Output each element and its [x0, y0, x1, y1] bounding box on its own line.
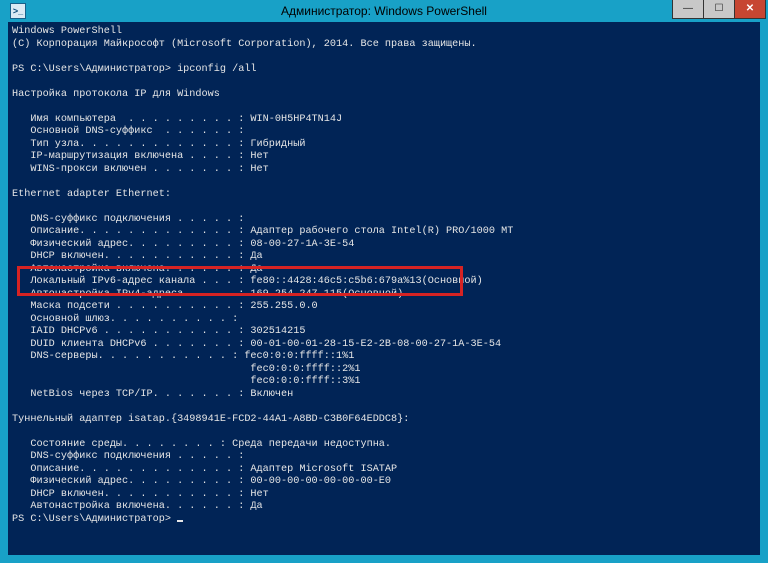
line: DUID клиента DHCPv6 . . . . . . . : 00-0…: [12, 339, 501, 350]
line: Туннельный адаптер isatap.{3498941E-FCD2…: [12, 414, 409, 425]
line: (C) Корпорация Майкрософт (Microsoft Cor…: [12, 39, 477, 50]
window-controls: — ☐ ✕: [673, 0, 766, 19]
line: Локальный IPv6-адрес канала . . . : fe80…: [12, 276, 483, 287]
line: DHCP включен. . . . . . . . . . . : Нет: [12, 489, 269, 500]
minimize-button[interactable]: —: [672, 0, 704, 19]
line: IAID DHCPv6 . . . . . . . . . . . : 3025…: [12, 326, 305, 337]
line: Автонастройка включена. . . . . . : Да: [12, 264, 263, 275]
line: Тип узла. . . . . . . . . . . . . : Гибр…: [12, 139, 305, 150]
prompt-line: PS C:\Users\Администратор> ipconfig /all: [12, 64, 257, 75]
prompt[interactable]: PS C:\Users\Администратор>: [12, 514, 177, 525]
terminal-output[interactable]: Windows PowerShell (C) Корпорация Майкро…: [8, 22, 760, 530]
line: DHCP включен. . . . . . . . . . . : Да: [12, 251, 263, 262]
titlebar[interactable]: >_ Администратор: Windows PowerShell — ☐…: [8, 0, 760, 22]
line: Физический адрес. . . . . . . . . : 00-0…: [12, 476, 391, 487]
close-button[interactable]: ✕: [734, 0, 766, 19]
powershell-window: >_ Администратор: Windows PowerShell — ☐…: [0, 0, 768, 563]
line: Описание. . . . . . . . . . . . . : Адап…: [12, 464, 397, 475]
line: Основной шлюз. . . . . . . . . . :: [12, 314, 238, 325]
line: fec0:0:0:ffff::3%1: [12, 376, 360, 387]
line: Ethernet adapter Ethernet:: [12, 189, 171, 200]
line: Маска подсети . . . . . . . . . . : 255.…: [12, 301, 318, 312]
line: Описание. . . . . . . . . . . . . : Адап…: [12, 226, 513, 237]
line: Основной DNS-суффикс . . . . . . :: [12, 126, 244, 137]
line: NetBios через TCP/IP. . . . . . . : Вклю…: [12, 389, 293, 400]
line: Физический адрес. . . . . . . . . : 08-0…: [12, 239, 354, 250]
line: Автонастройка включена. . . . . . : Да: [12, 501, 263, 512]
line: Состояние среды. . . . . . . . : Среда п…: [12, 439, 391, 450]
window-title: Администратор: Windows PowerShell: [281, 4, 487, 18]
line: Настройка протокола IP для Windows: [12, 89, 220, 100]
line: Windows PowerShell: [12, 26, 122, 37]
system-menu-icon[interactable]: >_: [10, 3, 26, 19]
cursor-icon: [177, 520, 183, 522]
line: DNS-суффикс подключения . . . . . :: [12, 214, 244, 225]
line: fec0:0:0:ffff::2%1: [12, 364, 360, 375]
line: WINS-прокси включен . . . . . . . : Нет: [12, 164, 269, 175]
maximize-button[interactable]: ☐: [703, 0, 735, 19]
line: DNS-суффикс подключения . . . . . :: [12, 451, 244, 462]
line: IP-маршрутизация включена . . . . : Нет: [12, 151, 269, 162]
line-ipv4-autoconfig: Автонастройка IPv4-адреса . . . . : 169.…: [12, 289, 403, 300]
line: DNS-серверы. . . . . . . . . . . : fec0:…: [12, 351, 354, 362]
line: Имя компьютера . . . . . . . . . : WIN-0…: [12, 114, 342, 125]
